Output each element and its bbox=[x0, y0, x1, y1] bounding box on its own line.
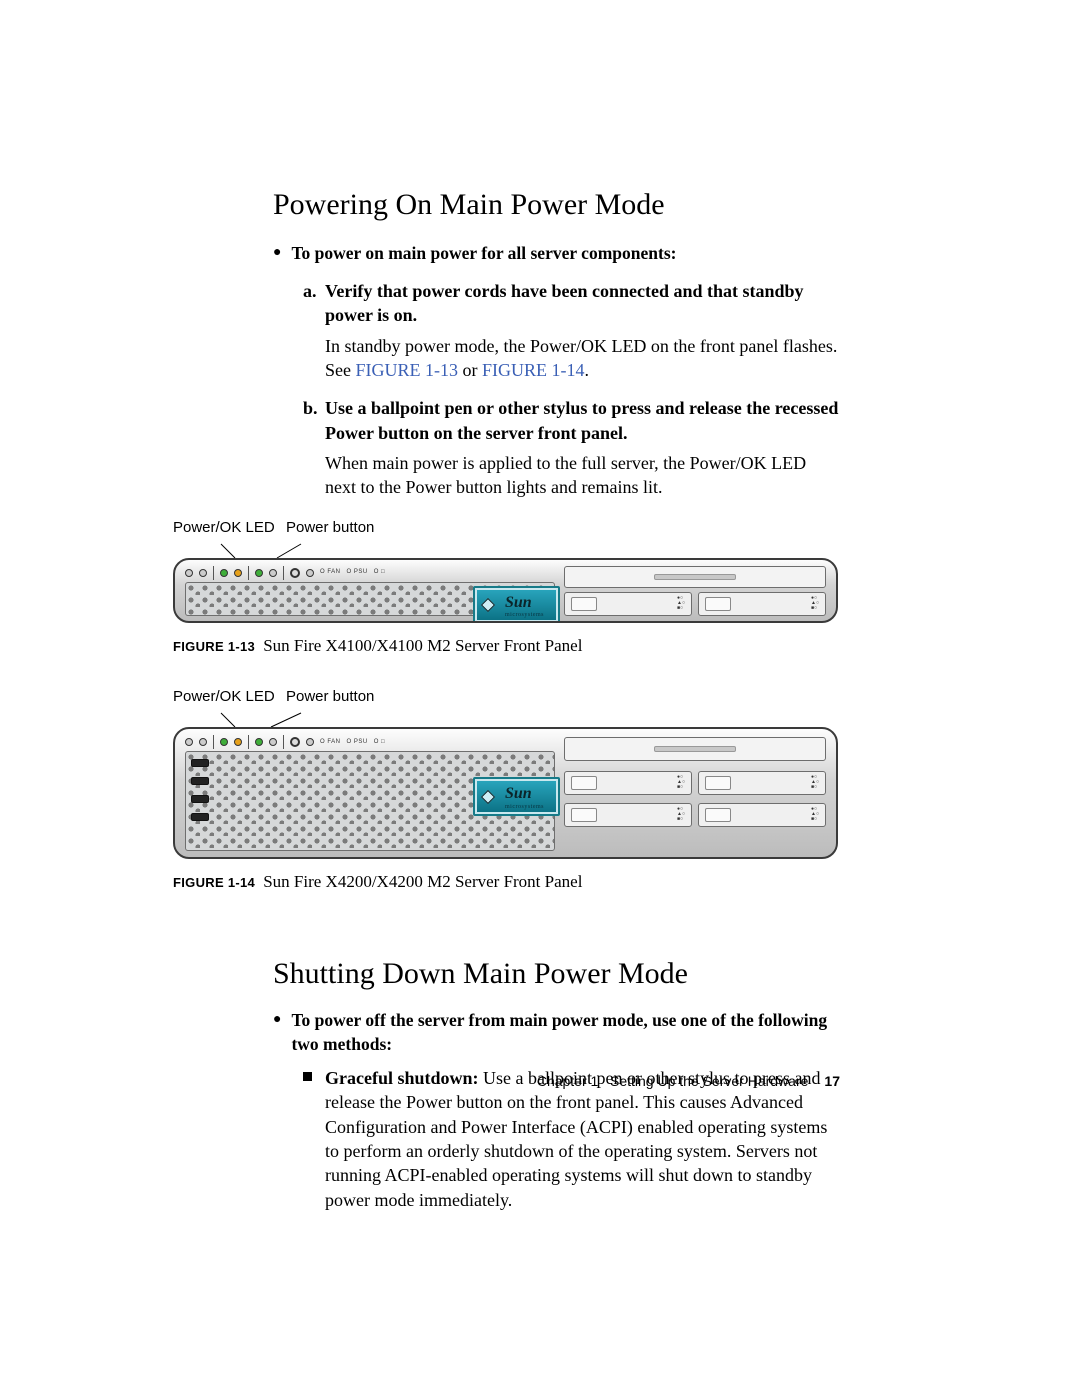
sun-logo-subtext: microsystems bbox=[505, 803, 544, 811]
activity-led-icon bbox=[255, 738, 263, 746]
drive-bay-row: ●○▲○■○ ●○▲○■○ bbox=[564, 771, 826, 795]
divider-icon bbox=[283, 566, 284, 580]
bullet-icon: ● bbox=[273, 242, 281, 264]
heading-shutting-down: Shutting Down Main Power Mode bbox=[173, 954, 840, 995]
step-body: When main power is applied to the full s… bbox=[325, 451, 840, 500]
sun-logo-badge: Sun microsystems bbox=[473, 777, 560, 816]
power-ok-led-icon bbox=[220, 738, 228, 746]
fault-led-icon bbox=[199, 738, 207, 746]
page-number: 17 bbox=[824, 1073, 840, 1089]
usb-ports bbox=[191, 759, 209, 821]
bullet-icon: ● bbox=[273, 1009, 281, 1031]
locator-led-icon bbox=[185, 569, 193, 577]
lead-text: To power off the server from main power … bbox=[291, 1009, 840, 1056]
usb-port-icon bbox=[191, 777, 209, 785]
callout-power-button: Power button bbox=[286, 518, 374, 538]
front-panel-leds: O FANO PSUO □ bbox=[185, 735, 385, 749]
top-led-icon bbox=[269, 569, 277, 577]
sun-logo-text: Sun bbox=[505, 785, 532, 802]
divider-icon bbox=[248, 566, 249, 580]
activity-led-icon bbox=[255, 569, 263, 577]
drive-bay: ●○▲○■○ bbox=[698, 771, 826, 795]
service-led-icon bbox=[234, 569, 242, 577]
footer-chapter: Chapter 1 bbox=[537, 1073, 598, 1089]
step-title: Use a ballpoint pen or other stylus to p… bbox=[325, 398, 838, 442]
drive-bay: ●○▲○■○ bbox=[698, 592, 826, 616]
callout-power-ok-led: Power/OK LED bbox=[173, 687, 275, 707]
figure-1-14: Power/OK LED Power button O bbox=[173, 687, 840, 894]
footer-title: Setting Up the Server Hardware bbox=[610, 1073, 808, 1089]
service-led-icon bbox=[234, 738, 242, 746]
fault-led-icon bbox=[199, 569, 207, 577]
power-button-icon bbox=[290, 568, 300, 578]
server-panel-x4100: O FANO PSUO □ Sun microsystems ●○▲○■○ ●○… bbox=[173, 558, 838, 623]
sun-diamond-icon bbox=[481, 598, 495, 612]
sun-logo-text: Sun bbox=[505, 594, 532, 611]
figure-ref: FIGURE 1-13 bbox=[173, 639, 255, 654]
step-title: Verify that power cords have been connec… bbox=[325, 281, 804, 325]
step-a: a. Verify that power cords have been con… bbox=[303, 279, 840, 382]
drive-bay: ●○▲○■○ bbox=[564, 803, 692, 827]
power-button-icon bbox=[290, 737, 300, 747]
figure-caption-13: FIGURE 1-13 Sun Fire X4100/X4100 M2 Serv… bbox=[173, 635, 840, 658]
lead-power-on: ● To power on main power for all server … bbox=[273, 242, 840, 266]
drive-bay-row: ●○▲○■○ ●○▲○■○ bbox=[564, 803, 826, 827]
figure-link-13[interactable]: FIGURE 1-13 bbox=[356, 360, 459, 380]
top-led-icon bbox=[269, 738, 277, 746]
server-panel-x4200: O FANO PSUO □ Sun microsystems ●○▲○■○ ●○… bbox=[173, 727, 838, 859]
step-body: In standby power mode, the Power/OK LED … bbox=[325, 334, 840, 383]
optical-drive bbox=[564, 737, 826, 761]
drive-bay: ●○▲○■○ bbox=[698, 803, 826, 827]
drive-bay: ●○▲○■○ bbox=[564, 771, 692, 795]
rear-led-icon bbox=[306, 569, 314, 577]
figure-1-13: Power/OK LED Power button O bbox=[173, 518, 840, 658]
sun-logo-subtext: microsystems bbox=[505, 611, 544, 619]
step-marker: b. bbox=[303, 396, 318, 420]
locator-led-icon bbox=[185, 738, 193, 746]
divider-icon bbox=[248, 735, 249, 749]
panel-micro-labels: O FANO PSUO □ bbox=[320, 738, 385, 746]
figure-ref: FIGURE 1-14 bbox=[173, 875, 255, 890]
step-body-mid: or bbox=[458, 360, 482, 380]
step-b: b. Use a ballpoint pen or other stylus t… bbox=[303, 396, 840, 499]
lead-text: To power on main power for all server co… bbox=[291, 242, 676, 266]
lead-power-off: ● To power off the server from main powe… bbox=[273, 1009, 840, 1056]
power-ok-led-icon bbox=[220, 569, 228, 577]
sun-logo-badge: Sun microsystems bbox=[473, 586, 560, 623]
callout-power-button: Power button bbox=[286, 687, 374, 707]
divider-icon bbox=[213, 566, 214, 580]
figure-title: Sun Fire X4100/X4100 M2 Server Front Pan… bbox=[263, 636, 582, 655]
divider-icon bbox=[283, 735, 284, 749]
step-body-post: . bbox=[585, 360, 590, 380]
step-marker: a. bbox=[303, 279, 317, 303]
usb-port-icon bbox=[191, 813, 209, 821]
figure-title: Sun Fire X4200/X4200 M2 Server Front Pan… bbox=[263, 872, 582, 891]
sun-diamond-icon bbox=[481, 790, 495, 804]
usb-port-icon bbox=[191, 759, 209, 767]
page-footer: Chapter 1 Setting Up the Server Hardware… bbox=[173, 1072, 840, 1091]
drive-bay-row: ●○▲○■○ ●○▲○■○ bbox=[564, 592, 826, 616]
optical-drive bbox=[564, 566, 826, 588]
usb-port-icon bbox=[191, 795, 209, 803]
drive-bay: ●○▲○■○ bbox=[564, 592, 692, 616]
figure-link-14[interactable]: FIGURE 1-14 bbox=[482, 360, 585, 380]
heading-powering-on: Powering On Main Power Mode bbox=[173, 185, 840, 226]
callout-power-ok-led: Power/OK LED bbox=[173, 518, 275, 538]
front-panel-leds: O FANO PSUO □ bbox=[185, 566, 385, 580]
rear-led-icon bbox=[306, 738, 314, 746]
figure-caption-14: FIGURE 1-14 Sun Fire X4200/X4200 M2 Serv… bbox=[173, 871, 840, 894]
divider-icon bbox=[213, 735, 214, 749]
panel-micro-labels: O FANO PSUO □ bbox=[320, 568, 385, 576]
